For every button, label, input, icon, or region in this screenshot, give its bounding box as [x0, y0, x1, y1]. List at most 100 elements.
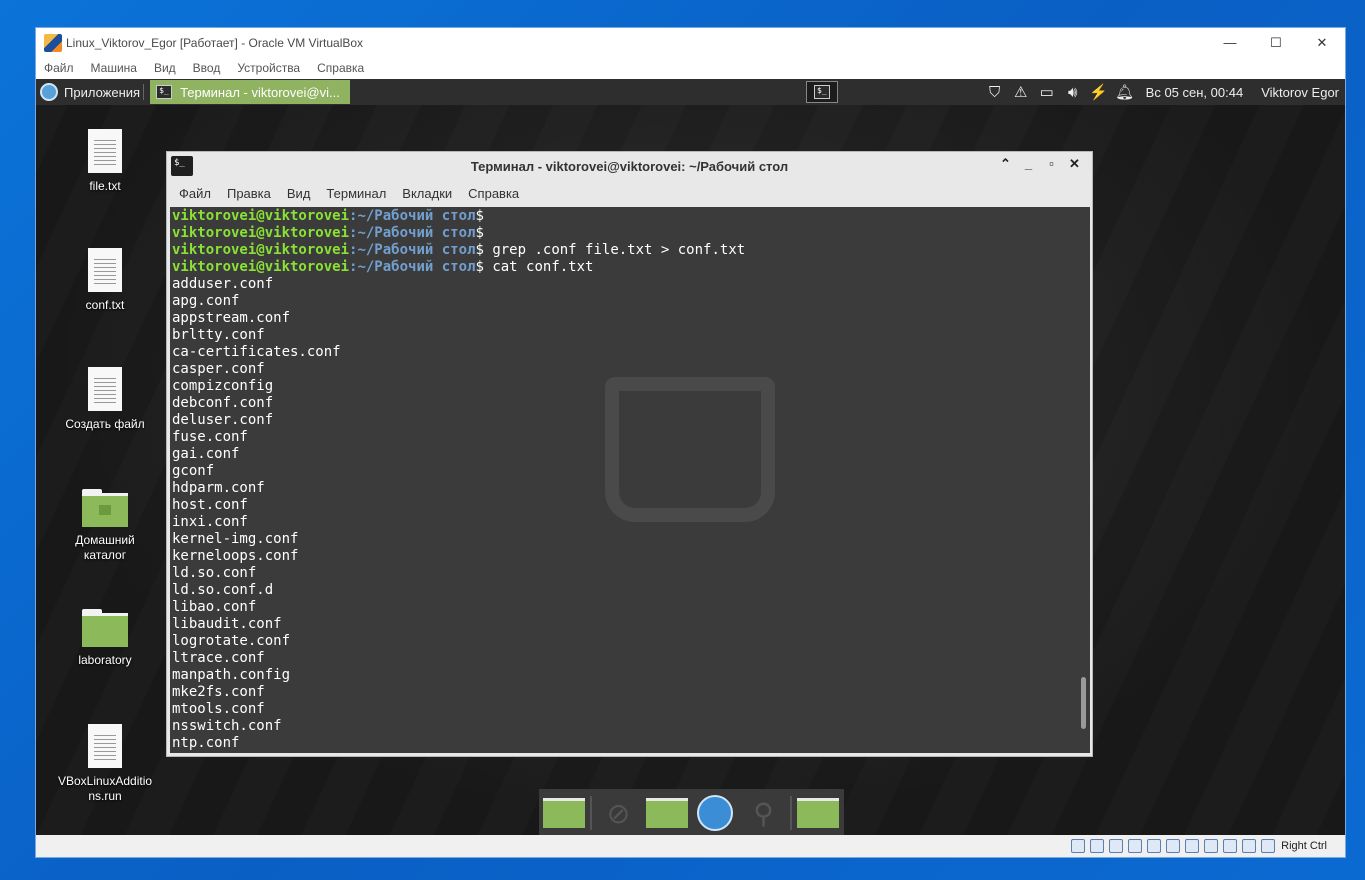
network-icon[interactable] [1128, 839, 1143, 853]
clock[interactable]: Вс 05 сен, 00:44 [1146, 85, 1244, 100]
prompt-command: cat conf.txt [483, 259, 594, 275]
desktop-icon-label: Домашний каталог [75, 533, 135, 562]
hard-disk-icon[interactable] [1071, 839, 1086, 853]
shared-folders-icon[interactable] [1166, 839, 1181, 853]
terminal-menu-file[interactable]: Файл [179, 186, 211, 201]
folder-icon [796, 798, 839, 828]
dock-item-folder[interactable] [645, 793, 689, 833]
terminal-menu-tabs[interactable]: Вкладки [402, 186, 452, 201]
terminal-titlebar[interactable]: $_ Терминал - viktorovei@viktorovei: ~/Р… [167, 152, 1092, 180]
user-name[interactable]: Viktorov Egor [1261, 85, 1339, 100]
terminal-icon: $_ [156, 85, 173, 99]
text-file-icon [88, 367, 122, 411]
menu-view[interactable]: Вид [154, 61, 176, 75]
terminal-prompt-line: viktorovei@viktorovei:~/Рабочий стол$ [172, 225, 1079, 242]
keyboard-icon[interactable] [1261, 839, 1276, 853]
terminal-launcher-button[interactable]: $_ [806, 81, 838, 103]
desktop-icon-create-file[interactable]: Создать файл [50, 367, 160, 432]
virtualbox-menubar: Файл Машина Вид Ввод Устройства Справка [36, 57, 1345, 79]
terminal-output-line: adduser.conf [172, 276, 274, 292]
chevron-up-icon[interactable]: ⌃ [994, 156, 1017, 172]
dock-separator [789, 796, 792, 830]
desktop-icon-conf-txt[interactable]: conf.txt [50, 248, 160, 313]
menu-devices[interactable]: Устройства [237, 61, 300, 75]
terminal-menu-help[interactable]: Справка [468, 186, 519, 201]
terminal-output-line: casper.conf [172, 361, 265, 377]
terminal-menubar: Файл Правка Вид Терминал Вкладки Справка [167, 180, 1092, 207]
power-icon[interactable]: ⚡ [1088, 81, 1110, 103]
desktop-icon-label: conf.txt [85, 298, 125, 312]
scrollbar-thumb[interactable] [1081, 677, 1086, 729]
audio-icon[interactable] [1109, 839, 1124, 853]
optical-drive-icon[interactable] [1090, 839, 1105, 853]
close-button[interactable]: ✕ [1299, 28, 1345, 57]
window-controls: — ☐ ✕ [1207, 28, 1345, 57]
virtualbox-title: Linux_Viktorov_Egor [Работает] - Oracle … [66, 35, 364, 50]
notification-bell-icon[interactable]: 🔔︎ [1114, 81, 1136, 103]
maximize-button[interactable]: ☐ [1253, 28, 1299, 57]
volume-icon[interactable]: 🔊︎ [1062, 81, 1084, 103]
desktop-icon-laboratory[interactable]: laboratory [50, 609, 160, 668]
virtualbox-statusbar: Right Ctrl [36, 835, 1345, 857]
applications-menu-button[interactable]: Приложения [36, 79, 140, 105]
prompt-user: viktorovei@viktorovei [172, 225, 350, 241]
prompt-command: grep .conf file.txt > conf.txt [483, 242, 746, 258]
panel-separator [143, 84, 145, 100]
desktop-icon-label: Создать файл [65, 417, 145, 431]
display-icon[interactable] [1185, 839, 1200, 853]
prompt-user: viktorovei@viktorovei [172, 208, 350, 224]
cpu-icon[interactable] [1223, 839, 1238, 853]
terminal-output-line: brltty.conf [172, 327, 265, 343]
terminal-output-line: apg.conf [172, 293, 240, 309]
mouse-integration-icon[interactable] [1242, 839, 1257, 853]
terminal-scrollbar[interactable] [1078, 207, 1090, 753]
warning-icon[interactable]: ⚠ [1010, 81, 1032, 103]
prompt-path: :~/Рабочий стол [349, 208, 476, 224]
clipboard-icon[interactable]: ▭ [1036, 81, 1058, 103]
close-icon[interactable]: ✕ [1063, 156, 1086, 172]
menu-file[interactable]: Файл [44, 61, 74, 75]
no-entry-icon[interactable]: ⊘ [596, 793, 640, 833]
prompt-dollar: $ [475, 259, 484, 275]
terminal-output-line: libao.conf [172, 599, 257, 615]
terminal-output-line: mke2fs.conf [172, 684, 265, 700]
virtualbox-titlebar: Linux_Viktorov_Egor [Работает] - Oracle … [36, 28, 1345, 57]
usb-icon[interactable] [1147, 839, 1162, 853]
terminal-output-line: ld.so.conf.d [172, 582, 274, 598]
menu-input[interactable]: Ввод [193, 61, 221, 75]
desktop-icon-vboxlinuxadditions[interactable]: VBoxLinuxAdditions.run [50, 724, 160, 804]
virtualbox-icon [44, 33, 62, 52]
desktop-icon-home[interactable]: Домашний каталог [50, 489, 160, 563]
compass-icon [697, 795, 734, 831]
prompt-user: viktorovei@viktorovei [172, 242, 350, 258]
terminal-menu-edit[interactable]: Правка [227, 186, 271, 201]
terminal-output[interactable]: viktorovei@viktorovei:~/Рабочий стол$ vik… [170, 207, 1079, 753]
terminal-output-line: ntp.conf [172, 735, 240, 751]
dock-separator [590, 796, 593, 830]
maximize-icon[interactable]: ▫ [1040, 156, 1063, 172]
terminal-menu-view[interactable]: Вид [287, 186, 311, 201]
minimize-icon[interactable]: _ [1017, 156, 1040, 172]
terminal-icon: $_ [814, 85, 830, 99]
menu-help[interactable]: Справка [317, 61, 364, 75]
terminal-prompt-line: viktorovei@viktorovei:~/Рабочий стол$ ca… [172, 259, 1079, 276]
taskbar-item-terminal[interactable]: $_ Терминал - viktorovei@vi... [150, 80, 351, 104]
virtualbox-window: Linux_Viktorov_Egor [Работает] - Oracle … [35, 27, 1346, 858]
guest-screen: Приложения $_ Терминал - viktorovei@vi..… [36, 79, 1345, 837]
minimize-button[interactable]: — [1207, 28, 1253, 57]
dock-item-folder-2[interactable] [796, 793, 840, 833]
terminal-prompt-line: viktorovei@viktorovei:~/Рабочий стол$ gr… [172, 242, 1079, 259]
dock-item-browser[interactable] [693, 793, 737, 833]
terminal-menu-terminal[interactable]: Терминал [326, 186, 386, 201]
prompt-user: viktorovei@viktorovei [172, 259, 350, 275]
top-panel: Приложения $_ Терминал - viktorovei@vi..… [36, 79, 1345, 105]
dock-item-files[interactable] [542, 793, 586, 833]
shield-icon[interactable]: ⛉ [984, 81, 1006, 103]
text-file-icon [88, 129, 122, 173]
mint-logo-icon [40, 83, 58, 101]
terminal-output-line: logrotate.conf [172, 633, 291, 649]
menu-machine[interactable]: Машина [91, 61, 137, 75]
recording-icon[interactable] [1204, 839, 1219, 853]
desktop-icon-file-txt[interactable]: file.txt [50, 129, 160, 194]
search-icon[interactable]: ⚲ [741, 793, 785, 833]
